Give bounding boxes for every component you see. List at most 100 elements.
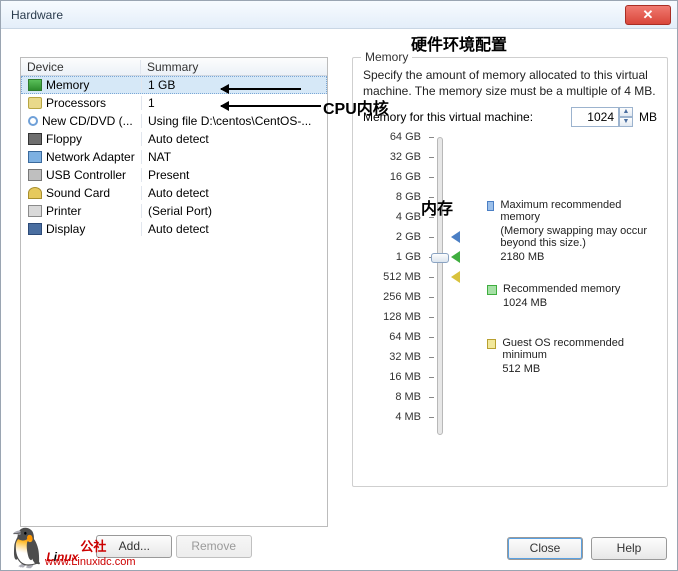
device-icon bbox=[28, 116, 38, 126]
tick bbox=[429, 337, 434, 338]
device-row-new-cd-dvd-[interactable]: New CD/DVD (... Using file D:\centos\Cent… bbox=[21, 112, 327, 130]
tick-label: 16 GB bbox=[369, 171, 421, 183]
dialog-footer: Close Help bbox=[507, 537, 667, 560]
legend-swatch bbox=[487, 201, 494, 211]
device-icon bbox=[28, 79, 42, 91]
device-icon bbox=[28, 187, 42, 199]
device-row-memory[interactable]: Memory1 GB bbox=[21, 76, 327, 94]
tick-label: 256 MB bbox=[369, 291, 421, 303]
tick-label: 64 GB bbox=[369, 131, 421, 143]
remove-button: Remove bbox=[176, 535, 252, 558]
device-row-usb-controller[interactable]: USB Controller Present bbox=[21, 166, 327, 184]
marker-recommended bbox=[451, 251, 460, 263]
tick bbox=[429, 137, 434, 138]
tick-label: 32 MB bbox=[369, 351, 421, 363]
help-button[interactable]: Help bbox=[591, 537, 667, 560]
device-summary: Auto detect bbox=[142, 132, 326, 146]
device-icon bbox=[28, 151, 42, 163]
content-area: Device Summary Memory1 GBProcessors1New … bbox=[20, 47, 669, 524]
memory-description: Specify the amount of memory allocated t… bbox=[353, 58, 667, 105]
memory-input[interactable] bbox=[571, 107, 619, 127]
legend-recommended: Recommended memory1024 MB bbox=[487, 283, 657, 309]
add-button[interactable]: Add... bbox=[96, 535, 172, 558]
tick bbox=[429, 237, 434, 238]
tick bbox=[429, 357, 434, 358]
device-name: Display bbox=[46, 222, 85, 236]
legend-value: 512 MB bbox=[502, 363, 657, 375]
device-row-printer[interactable]: Printer(Serial Port) bbox=[21, 202, 327, 220]
slider-thumb[interactable] bbox=[431, 253, 449, 263]
tick-label: 512 MB bbox=[369, 271, 421, 283]
tick-label: 4 GB bbox=[369, 211, 421, 223]
legend-title: Maximum recommended memory bbox=[500, 199, 657, 223]
close-window-button[interactable]: ✕ bbox=[625, 5, 671, 25]
tick-label: 1 GB bbox=[369, 251, 421, 263]
tick-label: 16 MB bbox=[369, 371, 421, 383]
device-name: Processors bbox=[46, 96, 106, 110]
titlebar: Hardware ✕ bbox=[1, 1, 677, 29]
device-summary: Present bbox=[142, 168, 326, 182]
device-name: Sound Card bbox=[46, 186, 110, 200]
device-icon bbox=[28, 223, 42, 235]
logo-cn: 公社 bbox=[80, 536, 106, 555]
close-button[interactable]: Close bbox=[507, 537, 583, 560]
tick-label: 128 MB bbox=[369, 311, 421, 323]
devices-panel: Device Summary Memory1 GB Processors 1 New … bbox=[20, 57, 328, 527]
device-name: USB Controller bbox=[46, 168, 126, 182]
device-icon bbox=[28, 169, 42, 181]
memory-unit: MB bbox=[639, 110, 657, 124]
device-icon bbox=[28, 205, 42, 217]
legend-guest-min: Guest OS recommended minimum 512 MB bbox=[487, 337, 657, 375]
tick-label: 4 MB bbox=[369, 411, 421, 423]
tick-label: 32 GB bbox=[369, 151, 421, 163]
device-name: Network Adapter bbox=[46, 150, 135, 164]
memory-group: Memory Specify the amount of memory allo… bbox=[352, 57, 668, 487]
device-row-sound-card[interactable]: Sound Card Auto detect bbox=[21, 184, 327, 202]
device-row-network-adapter[interactable]: Network Adapter NAT bbox=[21, 148, 327, 166]
device-icon bbox=[28, 97, 42, 109]
spin-down-button[interactable]: ▼ bbox=[619, 117, 633, 127]
legend-title: Recommended memory bbox=[503, 283, 620, 295]
device-summary: Using file D:\centos\CentOS-... bbox=[142, 114, 326, 128]
tick bbox=[429, 417, 434, 418]
device-row-display[interactable]: Display Auto detect bbox=[21, 220, 327, 238]
legend-title: Guest OS recommended minimum bbox=[502, 337, 657, 361]
col-header-device[interactable]: Device bbox=[21, 60, 141, 74]
memory-spinner: ▲ ▼ bbox=[571, 107, 633, 127]
device-summary: Auto detect bbox=[142, 222, 326, 236]
logo-url: www.Linuxidc.com bbox=[45, 556, 135, 568]
marker-guest-min bbox=[451, 271, 460, 283]
spin-up-button[interactable]: ▲ bbox=[619, 107, 633, 117]
device-name: New CD/DVD (... bbox=[42, 114, 133, 128]
annotation-arrow-cpu bbox=[221, 105, 321, 107]
devices-header: Device Summary bbox=[21, 58, 327, 76]
marker-max bbox=[451, 231, 460, 243]
device-name: Floppy bbox=[46, 132, 82, 146]
tick bbox=[429, 317, 434, 318]
tick-label: 8 MB bbox=[369, 391, 421, 403]
legend-swatch bbox=[487, 285, 497, 295]
tick bbox=[429, 217, 434, 218]
tick-label: 64 MB bbox=[369, 331, 421, 343]
memory-label: Memory for this virtual machine: bbox=[363, 110, 533, 124]
device-row-floppy[interactable]: Floppy Auto detect bbox=[21, 130, 327, 148]
memory-slider[interactable]: 64 GB32 GB16 GB8 GB4 GB2 GB1 GB512 MB256… bbox=[369, 135, 659, 445]
col-header-summary[interactable]: Summary bbox=[141, 60, 327, 74]
device-icon bbox=[28, 133, 42, 145]
device-summary: NAT bbox=[142, 150, 326, 164]
legend-note: (Memory swapping may occur beyond this s… bbox=[500, 225, 657, 249]
slider-track[interactable] bbox=[437, 137, 443, 435]
window-title: Hardware bbox=[7, 8, 63, 22]
device-name: Memory bbox=[46, 78, 89, 92]
device-row-processors[interactable]: Processors 1 bbox=[21, 94, 327, 112]
tick bbox=[429, 297, 434, 298]
device-summary: Auto detect bbox=[142, 186, 326, 200]
tick bbox=[429, 177, 434, 178]
tick bbox=[429, 157, 434, 158]
device-summary: 1 bbox=[142, 96, 326, 110]
tick bbox=[429, 397, 434, 398]
legend-max: Maximum recommended memory(Memory swappi… bbox=[487, 199, 657, 263]
memory-legend: Memory bbox=[361, 50, 412, 64]
tick bbox=[429, 277, 434, 278]
devices-list: Memory1 GB Processors 1 New CD/DVD (... Usin… bbox=[21, 76, 327, 238]
